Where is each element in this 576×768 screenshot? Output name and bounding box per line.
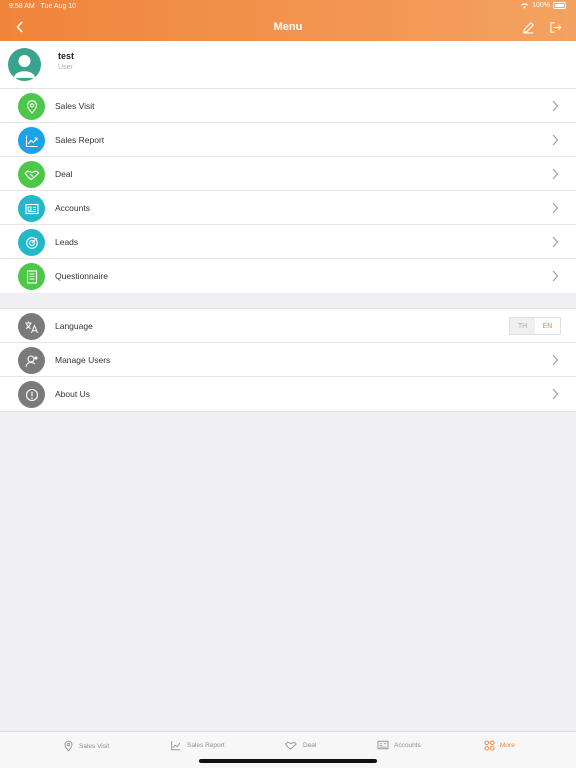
avatar [8, 48, 41, 81]
menu-item-deal[interactable]: Deal [0, 157, 576, 191]
menu-list: Sales Visit Sales Report Deal Accounts L… [0, 89, 576, 293]
settings-item-label: About Us [55, 389, 90, 399]
status-right: 100% [520, 2, 566, 9]
menu-item-label: Leads [55, 237, 79, 247]
tab-label: Sales Visit [79, 742, 110, 750]
menu-item-sales-report[interactable]: Sales Report [0, 123, 576, 157]
location-pin-icon [64, 740, 73, 752]
target-icon [18, 229, 45, 256]
handshake-icon [18, 161, 45, 188]
chevron-right-icon [552, 168, 559, 180]
tab-label: Accounts [394, 741, 421, 749]
menu-item-label: Questionnaire [55, 271, 108, 281]
profile-role: User [58, 64, 73, 71]
language-option-th[interactable]: TH [510, 318, 535, 334]
grid-icon [484, 740, 495, 751]
tab-more[interactable]: More [484, 740, 515, 751]
language-toggle[interactable]: TH EN [509, 317, 561, 335]
settings-item-about[interactable]: About Us [0, 377, 576, 411]
pencil-icon [522, 21, 534, 33]
tab-accounts[interactable]: Accounts [377, 740, 421, 750]
home-indicator [199, 759, 377, 763]
menu-item-questionnaire[interactable]: Questionnaire [0, 259, 576, 293]
language-option-en[interactable]: EN [535, 318, 560, 334]
wifi-icon [521, 3, 529, 9]
tab-sales-report[interactable]: Sales Report [170, 740, 225, 751]
menu-item-sales-visit[interactable]: Sales Visit [0, 89, 576, 123]
chevron-right-icon [552, 202, 559, 214]
logout-button[interactable] [545, 18, 565, 36]
menu-item-leads[interactable]: Leads [0, 225, 576, 259]
chevron-right-icon [552, 134, 559, 146]
chevron-right-icon [552, 270, 559, 282]
profile-name: test [58, 51, 75, 61]
translate-icon [18, 313, 45, 340]
tab-label: More [500, 742, 515, 749]
chevron-right-icon [552, 236, 559, 248]
menu-item-label: Sales Report [55, 135, 105, 145]
handshake-icon [285, 741, 297, 750]
menu-item-label: Sales Visit [55, 101, 95, 111]
menu-item-accounts[interactable]: Accounts [0, 191, 576, 225]
menu-item-label: Accounts [55, 203, 90, 213]
user-icon [14, 55, 35, 78]
chart-line-icon [171, 741, 181, 751]
chevron-right-icon [552, 354, 559, 366]
tab-deal[interactable]: Deal [284, 740, 316, 751]
page-title: Menu [273, 21, 303, 33]
user-settings-icon [18, 347, 45, 374]
settings-item-label: Language [55, 321, 93, 331]
id-card-icon [18, 195, 45, 222]
menu-item-label: Deal [55, 169, 73, 179]
profile-card[interactable]: test User [0, 41, 576, 89]
settings-item-manage-users[interactable]: Manage Users [0, 343, 576, 377]
id-card-icon [377, 740, 389, 750]
tab-label: Sales Report [187, 742, 225, 749]
logout-icon [549, 21, 561, 33]
document-icon [18, 263, 45, 290]
location-pin-icon [18, 93, 45, 120]
tab-label: Deal [303, 742, 317, 749]
chart-line-icon [18, 127, 45, 154]
battery-icon [553, 2, 566, 9]
chevron-right-icon [552, 100, 559, 112]
tab-sales-visit[interactable]: Sales Visit [63, 740, 109, 752]
settings-item-label: Manage Users [55, 355, 111, 365]
status-time: 9:58 AM Tue Aug 10 [9, 3, 77, 10]
chevron-right-icon [552, 388, 559, 400]
info-icon [18, 381, 45, 408]
battery-percent: 100% [532, 2, 550, 9]
status-bar: 9:58 AM Tue Aug 10 100% [0, 0, 576, 14]
settings-list: Language TH EN Manage Users About Us [0, 308, 576, 412]
edit-button[interactable] [518, 18, 538, 36]
settings-item-language: Language TH EN [0, 309, 576, 343]
